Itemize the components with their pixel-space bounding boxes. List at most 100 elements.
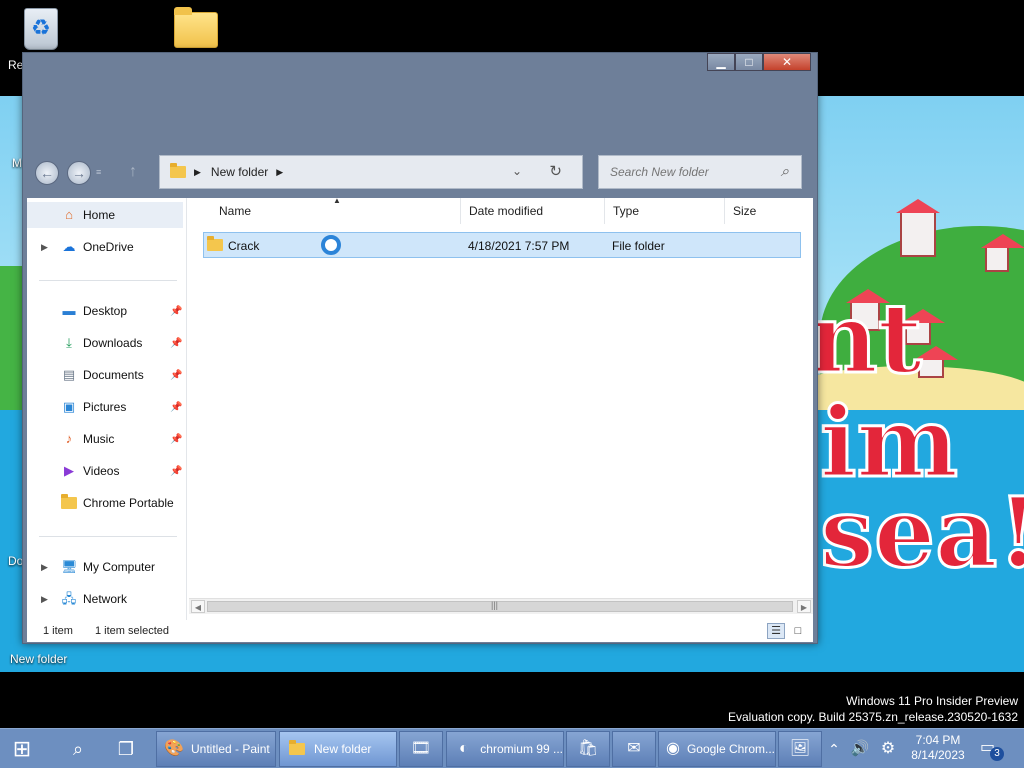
horizontal-scrollbar[interactable]: ◀ ||| ▶ (189, 598, 813, 614)
taskbar-app-new-folder[interactable]: New folder (279, 731, 397, 767)
refresh-icon[interactable]: ↻ (549, 162, 562, 180)
new-folder-desktop-label[interactable]: New folder (10, 652, 67, 666)
volume-icon[interactable]: 🔊 (846, 735, 874, 763)
taskbar-app-google-chrome[interactable]: ◉ Google Chrom... (658, 731, 776, 767)
photos-icon: 🖼 (789, 740, 811, 757)
watermark-line1: Windows 11 Pro Insider Preview (846, 694, 1018, 708)
nav-item-onedrive[interactable]: ▶ ☁ OneDrive (27, 234, 183, 260)
file-name: Crack (228, 239, 260, 253)
taskbar-app-photos[interactable]: 🖼 (778, 731, 822, 767)
chevron-right-icon[interactable]: ▶ (194, 167, 201, 178)
nav-item-documents[interactable]: ▤ Documents 📌 (27, 362, 183, 388)
expand-icon[interactable]: ▶ (41, 242, 48, 253)
pin-icon: 📌 (170, 433, 183, 445)
network-icon: 🖧 (61, 591, 77, 606)
clock-time: 7:04 PM (915, 733, 961, 747)
chevron-up-icon[interactable]: ⌃ (820, 735, 848, 763)
folder-icon (207, 236, 223, 251)
wallpaper-text: sea! (818, 475, 1024, 591)
task-view-icon[interactable]: ❐ (112, 735, 140, 763)
watermark-line2: Evaluation copy. Build 25375.zn_release.… (728, 710, 1018, 724)
clock-date: 8/14/2023 (911, 748, 965, 762)
nav-item-chrome-portable[interactable]: Chrome Portable (27, 490, 183, 516)
notification-badge: 3 (990, 747, 1004, 761)
notification-icon[interactable]: ▭ 3 (980, 737, 1006, 761)
sort-ascending-icon: ▲ (333, 196, 341, 205)
folder-icon (61, 494, 77, 510)
content-area: ⌂ Home ▶ ☁ OneDrive ▬ Desktop 📌 ⤓ Downlo… (27, 196, 813, 622)
chevron-right-icon[interactable]: ▶ (276, 167, 283, 178)
pin-icon: 📌 (170, 465, 183, 477)
expand-icon[interactable]: ▶ (41, 562, 48, 573)
start-button[interactable]: ⊞ (8, 735, 36, 763)
column-header-size[interactable]: Size (725, 198, 813, 224)
nav-divider (39, 280, 177, 281)
wallpaper-text: nt (806, 281, 923, 397)
taskbar-app-paint[interactable]: 🎨 Untitled - Paint (156, 731, 276, 767)
nav-item-desktop[interactable]: ▬ Desktop 📌 (27, 298, 183, 324)
address-bar[interactable]: ▶ New folder ▶ ⌄ ↻ (159, 155, 583, 189)
column-header-type[interactable]: Type (605, 198, 725, 224)
picture-icon: ▣ (62, 399, 76, 414)
large-icons-view-icon[interactable]: □ (789, 623, 807, 639)
wallpaper-house (896, 199, 940, 257)
taskbar-app-video-editor[interactable]: 🎞 (399, 731, 443, 767)
desktop-folder-icon[interactable] (174, 7, 218, 48)
back-button[interactable]: ← (35, 161, 59, 185)
selection-count: 1 item selected (95, 625, 169, 637)
minimize-button[interactable]: ▁ (707, 53, 735, 71)
nav-item-home[interactable]: ⌂ Home (27, 202, 183, 228)
up-button[interactable]: ↑ (129, 163, 137, 181)
file-type: File folder (612, 239, 665, 253)
navigation-pane: ⌂ Home ▶ ☁ OneDrive ▬ Desktop 📌 ⤓ Downlo… (27, 198, 187, 622)
nav-item-music[interactable]: ♪ Music 📌 (27, 426, 183, 452)
nav-item-downloads[interactable]: ⤓ Downloads 📌 (27, 330, 183, 356)
pin-icon: 📌 (170, 337, 183, 349)
search-input[interactable] (608, 164, 758, 180)
taskbar-app-chromium[interactable]: ◐ chromium 99 ... (446, 731, 564, 767)
desktop-icon-label: M (12, 156, 22, 170)
nav-item-videos[interactable]: ▶ Videos 📌 (27, 458, 183, 484)
scrollbar-thumb[interactable] (207, 601, 793, 612)
recent-locations-dropdown[interactable]: ≡ (96, 167, 101, 177)
edge-icon: ◐ (458, 740, 469, 757)
settings-icon[interactable]: ⚙ (874, 735, 902, 763)
close-button[interactable]: ✕ (763, 53, 811, 71)
item-count: 1 item (43, 625, 73, 637)
desktop-icon: ▬ (62, 303, 76, 318)
system-clock[interactable]: 7:04 PM 8/14/2023 (906, 733, 970, 763)
wallpaper-house (981, 234, 1024, 272)
taskbar-app-mail[interactable]: ✉ (612, 731, 656, 767)
breadcrumb-new-folder[interactable]: New folder (211, 165, 268, 179)
forward-button[interactable]: → (67, 161, 91, 185)
computer-icon: 🖥 (61, 559, 78, 574)
details-view-icon[interactable]: ☰ (767, 623, 785, 639)
nav-item-network[interactable]: ▶ 🖧 Network (27, 586, 183, 612)
folder-icon (286, 738, 308, 760)
file-list: Name ▲ Date modified Type Size Crack 4/1… (189, 196, 813, 622)
search-icon[interactable]: ⌕ (781, 163, 789, 180)
folder-icon (170, 163, 186, 178)
download-icon: ⤓ (66, 335, 72, 350)
nav-item-my-computer[interactable]: ▶ 🖥 My Computer (27, 554, 183, 580)
video-icon: ▶ (64, 463, 74, 478)
taskbar-app-store[interactable]: 🛍 (566, 731, 610, 767)
search-box[interactable]: ⌕ (598, 155, 802, 189)
nav-divider (39, 536, 177, 537)
chevron-down-icon[interactable]: ⌄ (512, 164, 522, 178)
status-bar: 1 item 1 item selected ☰ □ (27, 620, 813, 642)
scroll-left-icon[interactable]: ◀ (191, 600, 205, 613)
window-controls: ▁ □ ✕ (707, 53, 811, 71)
scroll-grip-icon: ||| (491, 600, 499, 610)
search-icon[interactable]: ⌕ (64, 735, 92, 763)
column-header-date[interactable]: Date modified (461, 198, 605, 224)
scroll-right-icon[interactable]: ▶ (797, 600, 811, 613)
video-editor-icon: 🎞 (410, 740, 432, 757)
file-date: 4/18/2021 7:57 PM (468, 239, 570, 253)
maximize-button[interactable]: □ (735, 53, 763, 71)
mail-icon: ✉ (627, 740, 641, 757)
expand-icon[interactable]: ▶ (41, 594, 48, 605)
recycle-bin-icon[interactable] (24, 8, 58, 50)
nav-item-pictures[interactable]: ▣ Pictures 📌 (27, 394, 183, 420)
file-row-crack[interactable]: Crack 4/18/2021 7:57 PM File folder (203, 232, 801, 258)
